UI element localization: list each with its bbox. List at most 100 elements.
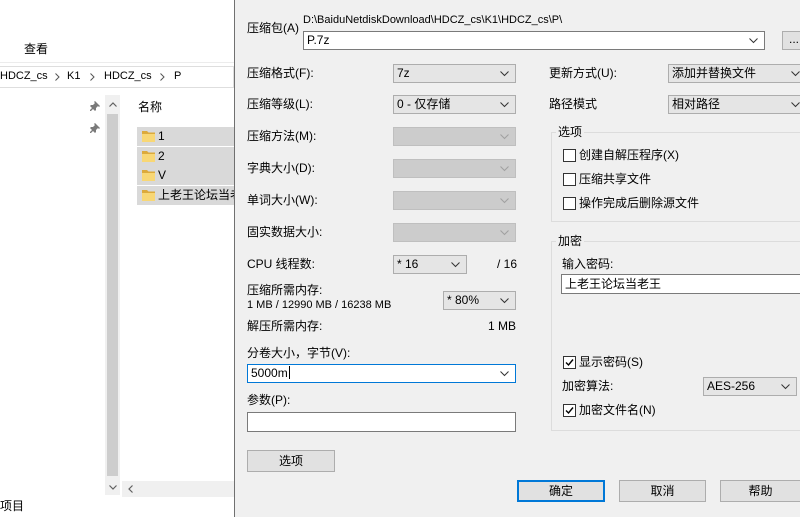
decompress-memory-label: 解压所需内存: (247, 319, 323, 333)
ok-button[interactable]: 确定 (517, 480, 605, 502)
volume-size-combo[interactable]: 5000m (247, 364, 516, 383)
memory-usage-select[interactable]: * 80% (443, 291, 516, 310)
help-button[interactable]: 帮助 (720, 480, 800, 502)
browse-button[interactable]: ... (782, 31, 800, 50)
password-label: 输入密码: (562, 257, 614, 271)
chevron-down-icon[interactable] (500, 298, 509, 304)
encryption-group-title: 加密 (556, 234, 585, 248)
encrypt-names-label[interactable]: 加密文件名(N) (579, 403, 656, 417)
nav-pane-scrollbar[interactable] (105, 95, 120, 495)
text-caret (288, 366, 290, 379)
chevron-down-icon[interactable] (451, 262, 460, 268)
chevron-right-icon[interactable] (160, 73, 165, 81)
password-input[interactable]: 上老王论坛当老王 (561, 274, 800, 294)
path-mode-value: 相对路径 (672, 97, 721, 111)
pin-icon[interactable] (90, 101, 100, 111)
chevron-down-icon[interactable] (791, 71, 800, 77)
level-select[interactable]: 0 - 仅存储 (393, 95, 516, 114)
status-bar-text: 项目 (0, 499, 25, 513)
encryption-method-label: 加密算法: (562, 379, 614, 393)
checkmark-icon (565, 407, 574, 415)
password-value: 上老王论坛当老王 (565, 277, 662, 291)
chevron-down-icon[interactable] (749, 38, 758, 44)
word-size-label: 单词大小(W): (247, 193, 318, 207)
chevron-down-icon (500, 134, 509, 140)
dictionary-select (393, 159, 516, 178)
file-row[interactable]: 上老王论坛当老 (137, 186, 234, 205)
dictionary-label: 字典大小(D): (247, 161, 315, 175)
parameters-input[interactable] (247, 412, 516, 432)
folder-icon (142, 190, 155, 201)
file-name: 上老王论坛当老 (158, 188, 234, 202)
checkmark-icon (565, 359, 574, 367)
chevron-down-icon[interactable] (500, 371, 509, 377)
breadcrumb-item[interactable]: HDCZ_cs (104, 70, 152, 83)
volume-size-value: 5000m (251, 366, 288, 380)
file-explorer-window: 查看 HDCZ_cs K1 HDCZ_cs P 名称 1 2 V 上老王论坛当老… (0, 0, 234, 517)
archive-name-combo[interactable]: P.7z (303, 31, 765, 50)
ribbon-tab-view[interactable]: 查看 (24, 42, 48, 56)
breadcrumb-item[interactable]: P (174, 70, 181, 83)
chevron-down-icon[interactable] (500, 102, 509, 108)
options-button[interactable]: 选项 (247, 450, 335, 472)
chevron-down-icon[interactable] (500, 71, 509, 77)
volume-size-field[interactable]: 5000m (251, 366, 290, 381)
file-name: 2 (158, 149, 165, 163)
chevron-up-icon[interactable] (109, 102, 117, 107)
format-value: 7z (397, 66, 410, 80)
decompress-memory-value: 1 MB (487, 319, 516, 333)
encryption-method-value: AES-256 (707, 379, 756, 393)
archive-name-value: P.7z (307, 33, 330, 47)
delete-after-label[interactable]: 操作完成后删除源文件 (579, 196, 699, 210)
chevron-down-icon (500, 198, 509, 204)
volume-label: 分卷大小，字节(V): (247, 346, 351, 360)
column-header-name[interactable]: 名称 (138, 100, 162, 114)
chevron-down-icon[interactable] (781, 384, 790, 390)
chevron-down-icon (500, 166, 509, 172)
ribbon-divider (0, 62, 234, 63)
level-value: 0 - 仅存储 (397, 97, 451, 111)
file-row[interactable]: V (137, 166, 234, 185)
breadcrumb-item[interactable]: K1 (67, 70, 80, 83)
scrollbar-thumb[interactable] (107, 114, 118, 476)
encrypt-names-checkbox[interactable] (563, 404, 576, 417)
sfx-checkbox[interactable] (563, 149, 576, 162)
path-mode-label: 路径模式 (549, 97, 598, 111)
pin-icon[interactable] (90, 123, 100, 133)
memory-usage-value: * 80% (447, 293, 480, 307)
folder-icon (142, 131, 155, 142)
encryption-method-select[interactable]: AES-256 (703, 377, 797, 396)
archive-label: 压缩包(A) (247, 21, 299, 35)
parameters-label: 参数(P): (247, 393, 291, 407)
threads-select[interactable]: * 16 (393, 255, 467, 274)
file-row[interactable]: 2 (137, 147, 234, 166)
compress-memory-label: 压缩所需内存: (247, 283, 323, 297)
shared-files-label[interactable]: 压缩共享文件 (579, 172, 651, 186)
chevron-right-icon[interactable] (90, 73, 95, 81)
show-password-label[interactable]: 显示密码(S) (579, 355, 643, 369)
chevron-left-icon[interactable] (128, 485, 133, 493)
show-password-checkbox[interactable] (563, 356, 576, 369)
method-label: 压缩方法(M): (247, 129, 317, 143)
file-list-horizontal-scrollbar[interactable] (122, 481, 234, 497)
chevron-right-icon[interactable] (55, 73, 60, 81)
format-label: 压缩格式(F): (247, 66, 314, 80)
path-mode-select[interactable]: 相对路径 (668, 95, 800, 114)
compress-memory-detail: 1 MB / 12990 MB / 16238 MB (247, 299, 392, 311)
delete-after-checkbox[interactable] (563, 197, 576, 210)
breadcrumb-item[interactable]: HDCZ_cs (0, 70, 48, 83)
file-name: V (158, 168, 167, 182)
cancel-button[interactable]: 取消 (619, 480, 706, 502)
update-mode-select[interactable]: 添加并替换文件 (668, 64, 800, 83)
archive-directory: D:\BaiduNetdiskDownload\HDCZ_cs\K1\HDCZ_… (303, 14, 563, 26)
chevron-down-icon[interactable] (791, 102, 800, 108)
sfx-label[interactable]: 创建自解压程序(X) (579, 148, 679, 162)
file-row[interactable]: 1 (137, 127, 234, 146)
chevron-down-icon[interactable] (109, 485, 117, 490)
add-to-archive-dialog: 压缩包(A) D:\BaiduNetdiskDownload\HDCZ_cs\K… (235, 0, 800, 517)
shared-files-checkbox[interactable] (563, 173, 576, 186)
file-name: 1 (158, 129, 165, 143)
threads-max: / 16 (497, 257, 518, 271)
format-select[interactable]: 7z (393, 64, 516, 83)
folder-icon (142, 170, 155, 181)
